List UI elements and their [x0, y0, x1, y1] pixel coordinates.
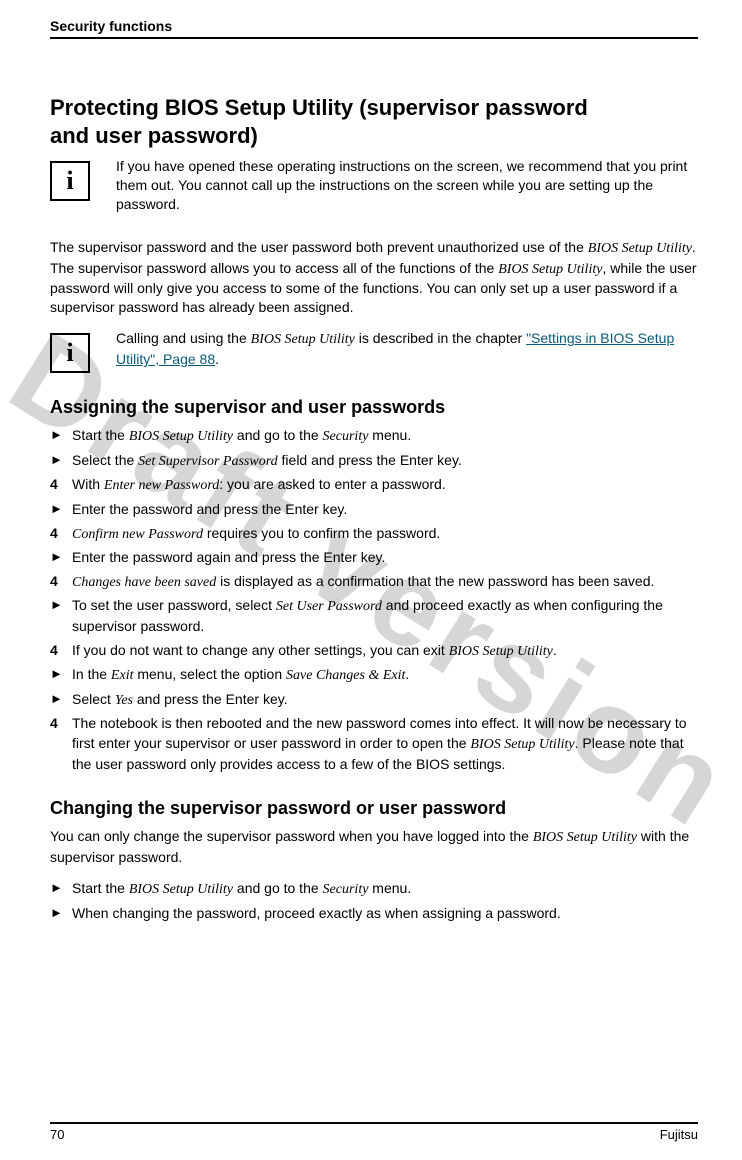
step-text-part: field and press the Enter key.: [278, 452, 462, 468]
step-text-part: If you do not want to change any other s…: [72, 642, 449, 658]
step-text-part: Set User Password: [276, 599, 382, 614]
step-text-part: Select the: [72, 452, 138, 468]
step-item: Changes have been saved is displayed as …: [50, 572, 698, 593]
paragraph-changing-desc: You can only change the supervisor passw…: [50, 827, 698, 867]
step-text-part: Set Supervisor Password: [138, 454, 277, 469]
step-text-part: requires you to confirm the password.: [203, 525, 440, 541]
page-number: 70: [50, 1127, 64, 1142]
info2-a: Calling and using the: [116, 330, 251, 346]
steps-assigning: Start the BIOS Setup Utility and go to t…: [50, 426, 698, 774]
step-text-part: is displayed as a confirmation that the …: [216, 573, 654, 589]
step-item: With Enter new Password: you are asked t…: [50, 475, 698, 496]
para1-b-italic: BIOS Setup Utility: [588, 241, 692, 256]
step-item: The notebook is then rebooted and the ne…: [50, 714, 698, 774]
para2-b-italic: BIOS Setup Utility: [533, 830, 637, 845]
step-item: To set the user password, select Set Use…: [50, 596, 698, 636]
step-text-part: With: [72, 476, 104, 492]
step-text-part: .: [553, 642, 557, 658]
main-heading: Protecting BIOS Setup Utility (superviso…: [50, 94, 698, 149]
info2-b-italic: BIOS Setup Utility: [251, 332, 355, 347]
step-text-part: Changes have been saved: [72, 575, 216, 590]
step-text-part: Enter new Password: [104, 478, 219, 493]
step-text-part: BIOS Setup Utility: [129, 882, 233, 897]
info2-c: is described in the chapter: [355, 330, 526, 346]
step-text-part: Yes: [115, 693, 133, 708]
subheading-assigning: Assigning the supervisor and user passwo…: [50, 397, 698, 418]
para1-a: The supervisor password and the user pas…: [50, 239, 588, 255]
step-text-part: and go to the: [233, 880, 323, 896]
step-item: Enter the password again and press the E…: [50, 548, 698, 568]
info-box-chapter-text: Calling and using the BIOS Setup Utility…: [116, 329, 698, 369]
step-item: Start the BIOS Setup Utility and go to t…: [50, 879, 698, 900]
step-text-part: Enter the password again and press the E…: [72, 549, 385, 565]
step-text-part: Enter the password and press the Enter k…: [72, 501, 347, 517]
info-box-print: i If you have opened these operating ins…: [50, 157, 698, 214]
step-text-part: .: [405, 666, 409, 682]
step-item: In the Exit menu, select the option Save…: [50, 665, 698, 686]
paragraph-supervisor-desc: The supervisor password and the user pas…: [50, 238, 698, 318]
step-text-part: Security: [323, 882, 369, 897]
step-item: Confirm new Password requires you to con…: [50, 524, 698, 545]
step-text-part: BIOS Setup Utility: [449, 644, 553, 659]
subheading-changing: Changing the supervisor password or user…: [50, 798, 698, 819]
info2-d: .: [215, 351, 219, 367]
step-item: When changing the password, proceed exac…: [50, 904, 698, 924]
step-text-part: To set the user password, select: [72, 597, 276, 613]
step-item: Select the Set Supervisor Password field…: [50, 451, 698, 472]
step-text-part: menu, select the option: [133, 666, 286, 682]
info-icon: i: [50, 333, 90, 373]
heading-line-1: Protecting BIOS Setup Utility (superviso…: [50, 95, 588, 120]
heading-line-2: and user password): [50, 123, 258, 148]
steps-changing: Start the BIOS Setup Utility and go to t…: [50, 879, 698, 923]
step-item: If you do not want to change any other s…: [50, 641, 698, 662]
info-box-print-text: If you have opened these operating instr…: [116, 157, 698, 214]
step-text-part: Select: [72, 691, 115, 707]
step-text-part: Start the: [72, 427, 129, 443]
step-text-part: : you are asked to enter a password.: [219, 476, 445, 492]
step-text-part: When changing the password, proceed exac…: [72, 905, 561, 921]
step-text-part: Exit: [111, 668, 134, 683]
step-text-part: In the: [72, 666, 111, 682]
step-text-part: BIOS Setup Utility: [129, 429, 233, 444]
step-item: Start the BIOS Setup Utility and go to t…: [50, 426, 698, 447]
step-text-part: Start the: [72, 880, 129, 896]
step-item: Enter the password and press the Enter k…: [50, 500, 698, 520]
step-text-part: menu.: [368, 880, 411, 896]
step-item: Select Yes and press the Enter key.: [50, 690, 698, 711]
page-footer: 70 Fujitsu: [50, 1122, 698, 1142]
step-text-part: and press the Enter key.: [133, 691, 288, 707]
step-text-part: and go to the: [233, 427, 323, 443]
para2-a: You can only change the supervisor passw…: [50, 828, 533, 844]
para1-d-italic: BIOS Setup Utility: [498, 262, 602, 277]
step-text-part: Security: [323, 429, 369, 444]
step-text-part: Save Changes & Exit: [286, 668, 405, 683]
step-text-part: Confirm new Password: [72, 527, 203, 542]
page-header: Security functions: [50, 18, 698, 39]
info-box-chapter: i Calling and using the BIOS Setup Utili…: [50, 329, 698, 373]
step-text-part: BIOS Setup Utility: [470, 737, 574, 752]
brand-name: Fujitsu: [660, 1127, 698, 1142]
info-icon: i: [50, 161, 90, 201]
step-text-part: menu.: [368, 427, 411, 443]
